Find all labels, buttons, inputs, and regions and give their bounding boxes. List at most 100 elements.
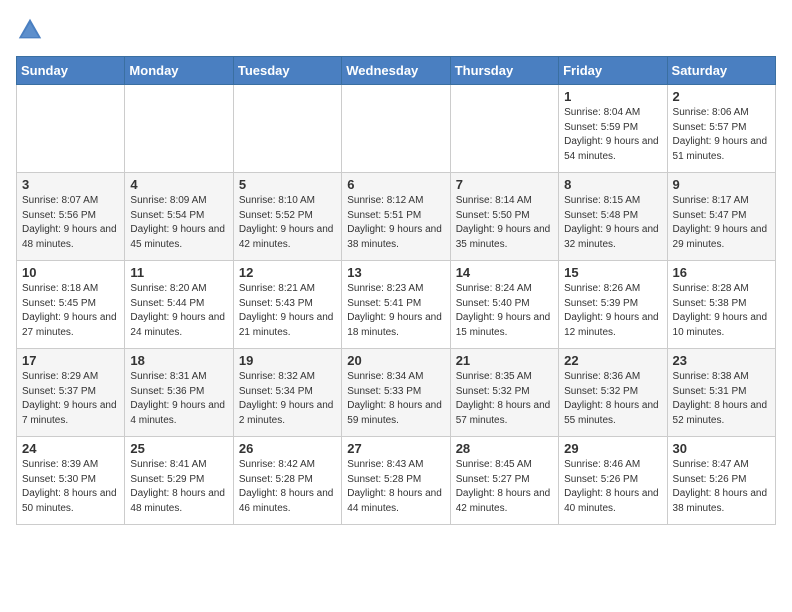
calendar-cell: 28 Sunrise: 8:45 AM Sunset: 5:27 PM Dayli… bbox=[450, 437, 558, 525]
day-number: 28 bbox=[456, 441, 553, 456]
calendar-cell: 4 Sunrise: 8:09 AM Sunset: 5:54 PM Daylig… bbox=[125, 173, 233, 261]
day-number: 26 bbox=[239, 441, 336, 456]
calendar-cell: 11Sunrise: 8:20 AM Sunset: 5:44 PM Dayli… bbox=[125, 261, 233, 349]
calendar-cell bbox=[17, 85, 125, 173]
day-number: 18 bbox=[130, 353, 227, 368]
day-number: 17 bbox=[22, 353, 119, 368]
calendar-table: SundayMondayTuesdayWednesdayThursdayFrid… bbox=[16, 56, 776, 525]
calendar-cell: 23 Sunrise: 8:38 AM Sunset: 5:31 PM Dayli… bbox=[667, 349, 775, 437]
calendar-week-row: 3Sunrise: 8:07 AM Sunset: 5:56 PM Daylig… bbox=[17, 173, 776, 261]
calendar-week-row: 1Sunrise: 8:04 AM Sunset: 5:59 PM Daylig… bbox=[17, 85, 776, 173]
day-of-week-header: Monday bbox=[125, 57, 233, 85]
day-number: 19 bbox=[239, 353, 336, 368]
calendar-cell: 22 Sunrise: 8:36 AM Sunset: 5:32 PM Dayli… bbox=[559, 349, 667, 437]
cell-info: Sunrise: 8:17 AM Sunset: 5:47 PM Dayligh… bbox=[673, 194, 770, 252]
cell-info: Sunrise: 8:09 AM Sunset: 5:54 PM Dayligh… bbox=[130, 194, 227, 252]
day-number: 1 bbox=[564, 89, 661, 104]
calendar-cell: 30 Sunrise: 8:47 AM Sunset: 5:26 PM Dayli… bbox=[667, 437, 775, 525]
day-of-week-header: Thursday bbox=[450, 57, 558, 85]
day-number: 25 bbox=[130, 441, 227, 456]
calendar-cell: 9 Sunrise: 8:17 AM Sunset: 5:47 PM Daylig… bbox=[667, 173, 775, 261]
header-row: SundayMondayTuesdayWednesdayThursdayFrid… bbox=[17, 57, 776, 85]
day-number: 2 bbox=[673, 89, 770, 104]
day-number: 16 bbox=[673, 265, 770, 280]
calendar-cell: 29 Sunrise: 8:46 AM Sunset: 5:26 PM Dayli… bbox=[559, 437, 667, 525]
day-of-week-header: Wednesday bbox=[342, 57, 450, 85]
cell-info: Sunrise: 8:46 AM Sunset: 5:26 PM Dayligh… bbox=[564, 458, 661, 516]
calendar-cell: 2 Sunrise: 8:06 AM Sunset: 5:57 PM Daylig… bbox=[667, 85, 775, 173]
calendar-cell bbox=[342, 85, 450, 173]
cell-info: Sunrise: 8:29 AM Sunset: 5:37 PM Dayligh… bbox=[22, 370, 119, 428]
day-number: 22 bbox=[564, 353, 661, 368]
day-number: 8 bbox=[564, 177, 661, 192]
day-number: 11 bbox=[130, 265, 227, 280]
day-number: 4 bbox=[130, 177, 227, 192]
cell-info: Sunrise: 8:42 AM Sunset: 5:28 PM Dayligh… bbox=[239, 458, 336, 516]
cell-info: Sunrise: 8:43 AM Sunset: 5:28 PM Dayligh… bbox=[347, 458, 444, 516]
day-number: 6 bbox=[347, 177, 444, 192]
calendar-cell bbox=[450, 85, 558, 173]
day-number: 20 bbox=[347, 353, 444, 368]
calendar-cell: 18 Sunrise: 8:31 AM Sunset: 5:36 PM Dayli… bbox=[125, 349, 233, 437]
logo-icon bbox=[16, 16, 44, 44]
day-number: 30 bbox=[673, 441, 770, 456]
calendar-cell: 14Sunrise: 8:24 AM Sunset: 5:40 PM Dayli… bbox=[450, 261, 558, 349]
day-number: 21 bbox=[456, 353, 553, 368]
day-number: 9 bbox=[673, 177, 770, 192]
day-number: 23 bbox=[673, 353, 770, 368]
page-header bbox=[16, 16, 776, 44]
calendar-cell: 7 Sunrise: 8:14 AM Sunset: 5:50 PM Daylig… bbox=[450, 173, 558, 261]
calendar-cell: 3Sunrise: 8:07 AM Sunset: 5:56 PM Daylig… bbox=[17, 173, 125, 261]
day-number: 13 bbox=[347, 265, 444, 280]
day-number: 7 bbox=[456, 177, 553, 192]
logo bbox=[16, 16, 48, 44]
cell-info: Sunrise: 8:39 AM Sunset: 5:30 PM Dayligh… bbox=[22, 458, 119, 516]
calendar-week-row: 10 Sunrise: 8:18 AM Sunset: 5:45 PM Dayli… bbox=[17, 261, 776, 349]
calendar-cell: 8 Sunrise: 8:15 AM Sunset: 5:48 PM Daylig… bbox=[559, 173, 667, 261]
cell-info: Sunrise: 8:38 AM Sunset: 5:31 PM Dayligh… bbox=[673, 370, 770, 428]
cell-info: Sunrise: 8:31 AM Sunset: 5:36 PM Dayligh… bbox=[130, 370, 227, 428]
calendar-cell: 15 Sunrise: 8:26 AM Sunset: 5:39 PM Dayli… bbox=[559, 261, 667, 349]
cell-info: Sunrise: 8:45 AM Sunset: 5:27 PM Dayligh… bbox=[456, 458, 553, 516]
cell-info: Sunrise: 8:14 AM Sunset: 5:50 PM Dayligh… bbox=[456, 194, 553, 252]
day-of-week-header: Saturday bbox=[667, 57, 775, 85]
cell-info: Sunrise: 8:18 AM Sunset: 5:45 PM Dayligh… bbox=[22, 282, 119, 340]
calendar-header: SundayMondayTuesdayWednesdayThursdayFrid… bbox=[17, 57, 776, 85]
cell-info: Sunrise: 8:26 AM Sunset: 5:39 PM Dayligh… bbox=[564, 282, 661, 340]
calendar-cell: 26 Sunrise: 8:42 AM Sunset: 5:28 PM Dayli… bbox=[233, 437, 341, 525]
cell-info: Sunrise: 8:21 AM Sunset: 5:43 PM Dayligh… bbox=[239, 282, 336, 340]
calendar-week-row: 17 Sunrise: 8:29 AM Sunset: 5:37 PM Dayli… bbox=[17, 349, 776, 437]
calendar-cell: 1Sunrise: 8:04 AM Sunset: 5:59 PM Daylig… bbox=[559, 85, 667, 173]
day-of-week-header: Friday bbox=[559, 57, 667, 85]
calendar-cell: 19Sunrise: 8:32 AM Sunset: 5:34 PM Dayli… bbox=[233, 349, 341, 437]
cell-info: Sunrise: 8:23 AM Sunset: 5:41 PM Dayligh… bbox=[347, 282, 444, 340]
cell-info: Sunrise: 8:12 AM Sunset: 5:51 PM Dayligh… bbox=[347, 194, 444, 252]
calendar-cell bbox=[233, 85, 341, 173]
cell-info: Sunrise: 8:15 AM Sunset: 5:48 PM Dayligh… bbox=[564, 194, 661, 252]
calendar-cell: 10 Sunrise: 8:18 AM Sunset: 5:45 PM Dayli… bbox=[17, 261, 125, 349]
day-of-week-header: Sunday bbox=[17, 57, 125, 85]
cell-info: Sunrise: 8:36 AM Sunset: 5:32 PM Dayligh… bbox=[564, 370, 661, 428]
cell-info: Sunrise: 8:24 AM Sunset: 5:40 PM Dayligh… bbox=[456, 282, 553, 340]
day-number: 12 bbox=[239, 265, 336, 280]
cell-info: Sunrise: 8:47 AM Sunset: 5:26 PM Dayligh… bbox=[673, 458, 770, 516]
cell-info: Sunrise: 8:28 AM Sunset: 5:38 PM Dayligh… bbox=[673, 282, 770, 340]
day-number: 15 bbox=[564, 265, 661, 280]
cell-info: Sunrise: 8:10 AM Sunset: 5:52 PM Dayligh… bbox=[239, 194, 336, 252]
calendar-body: 1Sunrise: 8:04 AM Sunset: 5:59 PM Daylig… bbox=[17, 85, 776, 525]
day-number: 3 bbox=[22, 177, 119, 192]
calendar-cell: 25 Sunrise: 8:41 AM Sunset: 5:29 PM Dayli… bbox=[125, 437, 233, 525]
calendar-cell: 16 Sunrise: 8:28 AM Sunset: 5:38 PM Dayli… bbox=[667, 261, 775, 349]
calendar-cell: 20 Sunrise: 8:34 AM Sunset: 5:33 PM Dayli… bbox=[342, 349, 450, 437]
day-number: 10 bbox=[22, 265, 119, 280]
day-number: 29 bbox=[564, 441, 661, 456]
calendar-cell: 21Sunrise: 8:35 AM Sunset: 5:32 PM Dayli… bbox=[450, 349, 558, 437]
calendar-cell: 27Sunrise: 8:43 AM Sunset: 5:28 PM Dayli… bbox=[342, 437, 450, 525]
cell-info: Sunrise: 8:34 AM Sunset: 5:33 PM Dayligh… bbox=[347, 370, 444, 428]
calendar-cell: 13 Sunrise: 8:23 AM Sunset: 5:41 PM Dayli… bbox=[342, 261, 450, 349]
day-number: 24 bbox=[22, 441, 119, 456]
day-of-week-header: Tuesday bbox=[233, 57, 341, 85]
cell-info: Sunrise: 8:06 AM Sunset: 5:57 PM Dayligh… bbox=[673, 106, 770, 164]
cell-info: Sunrise: 8:41 AM Sunset: 5:29 PM Dayligh… bbox=[130, 458, 227, 516]
calendar-week-row: 24 Sunrise: 8:39 AM Sunset: 5:30 PM Dayli… bbox=[17, 437, 776, 525]
